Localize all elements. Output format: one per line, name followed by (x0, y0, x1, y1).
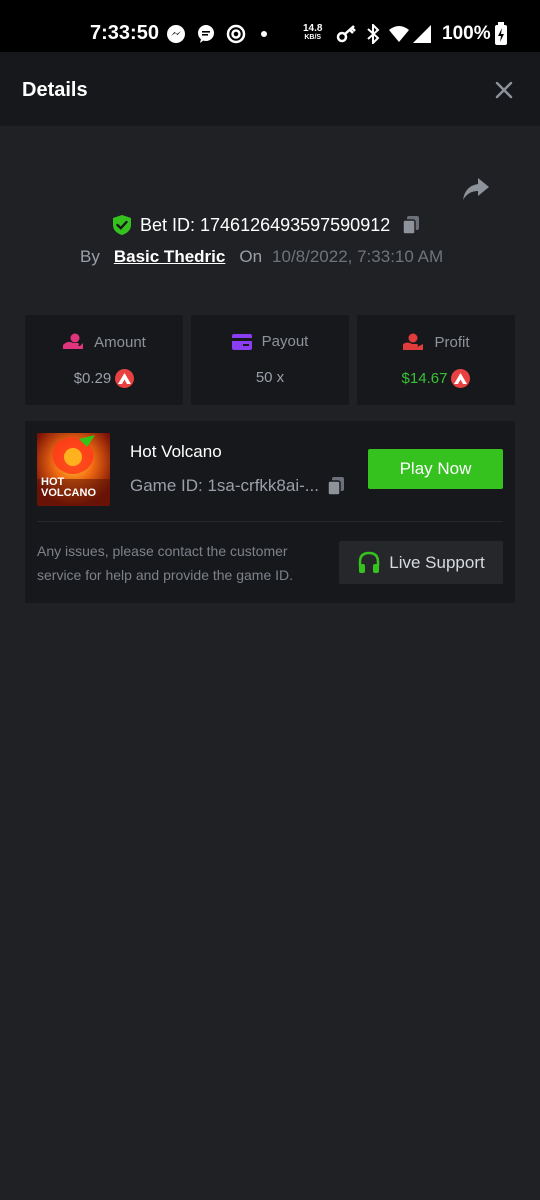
game-title: Hot Volcano (130, 442, 222, 461)
profit-label: Profit (434, 333, 470, 351)
game-thumbnail[interactable]: HOT VOLCANO (37, 433, 110, 506)
key-icon (336, 25, 356, 43)
headset-icon (359, 551, 380, 573)
status-time: 7:33:50 (90, 22, 159, 44)
on-label: On (239, 247, 263, 266)
play-now-button[interactable]: Play Now (368, 449, 503, 489)
page-title: Details (22, 79, 88, 101)
network-speed: 14.8 KB/S (303, 24, 322, 42)
live-support-button[interactable]: Live Support (339, 541, 503, 584)
bet-meta-row: By Basic Thedric On 10/8/2022, 7:33:10 A… (80, 247, 443, 267)
payout-label: Payout (261, 333, 309, 350)
thumb-line-2: VOLCANO (41, 487, 96, 499)
bet-id-row: Bet ID: 1746126493597590912 (112, 214, 422, 236)
battery-charging-icon (495, 22, 507, 45)
profit-hand-icon (403, 333, 424, 350)
profit-card: Profit $14.67 (357, 315, 515, 405)
card-icon (231, 333, 252, 350)
chat-icon (198, 25, 214, 43)
by-label: By (80, 247, 100, 266)
copy-icon[interactable] (400, 214, 422, 236)
amount-value: $0.29 (73, 370, 112, 387)
messenger-icon (167, 25, 185, 43)
avax-coin-icon (451, 369, 471, 388)
avax-coin-icon (115, 369, 135, 388)
signal-icon (413, 25, 431, 43)
user-link[interactable]: Basic Thedric (114, 247, 226, 267)
details-header: Details (0, 52, 540, 126)
game-card: HOT VOLCANO Hot Volcano Game ID: 1sa-crf… (25, 421, 515, 603)
network-speed-value: 14.8 (303, 23, 323, 34)
payout-value: 50 x (255, 369, 285, 386)
close-icon[interactable] (492, 78, 516, 102)
bet-date: 10/8/2022, 7:33:10 AM (272, 247, 444, 266)
bluetooth-icon (367, 24, 380, 44)
shield-check-icon (113, 215, 131, 235)
game-id-row: Game ID: 1sa-crfkk8ai-... (130, 475, 347, 497)
amount-label: Amount (94, 333, 146, 351)
dot-icon (261, 31, 267, 37)
help-text: Any issues, please contact the customer … (37, 543, 294, 583)
live-support-label: Live Support (389, 552, 485, 572)
divider (37, 521, 503, 522)
payout-card: Payout 50 x (191, 315, 349, 405)
wifi-icon (389, 26, 409, 42)
game-id: Game ID: 1sa-crfkk8ai-... (130, 476, 319, 495)
money-hand-icon (63, 333, 84, 349)
share-icon[interactable] (462, 176, 490, 202)
network-speed-unit: KB/S (304, 34, 322, 41)
bet-id: Bet ID: 1746126493597590912 (140, 214, 391, 235)
copy-icon[interactable] (325, 475, 347, 497)
battery-percentage: 100% (442, 23, 491, 44)
status-bar: 7:33:50 14.8 KB/S 100% (0, 0, 540, 52)
app-icon (226, 24, 246, 44)
profit-value: $14.67 (401, 370, 448, 387)
thumb-title: HOT VOLCANO (41, 477, 96, 499)
amount-card: Amount $0.29 (25, 315, 183, 405)
